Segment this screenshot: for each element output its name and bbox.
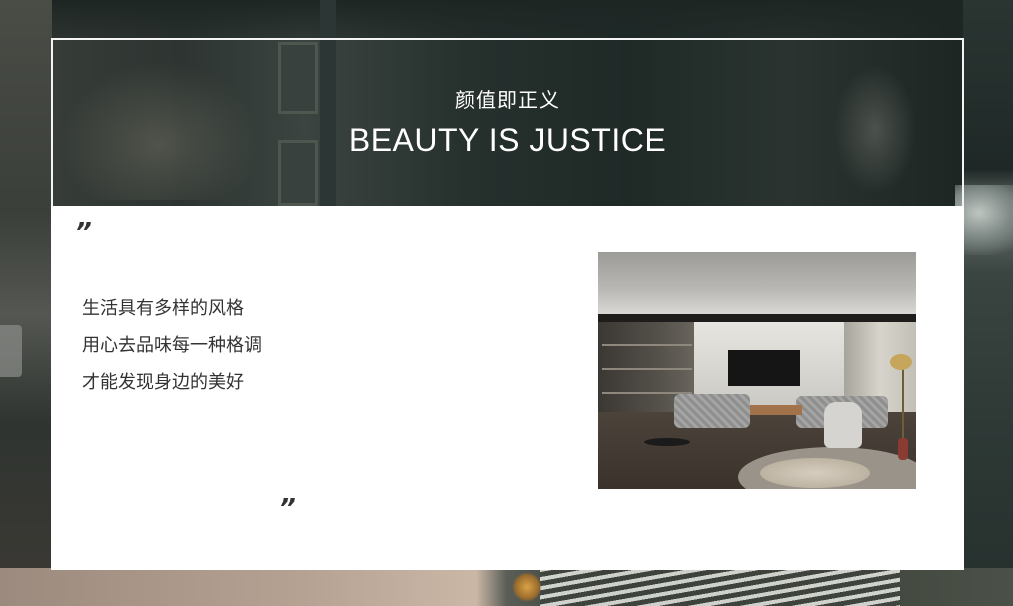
photo-lamp-head — [890, 354, 912, 370]
bg-right-edge — [963, 0, 1013, 606]
slogan-line: 才能发现身边的美好 — [82, 372, 244, 393]
bg-car-grille — [540, 568, 900, 606]
photo-ceiling-band — [598, 314, 916, 322]
photo-ceiling — [598, 252, 916, 314]
header-title: BEAUTY IS JUSTICE — [348, 122, 667, 158]
bg-shade — [0, 0, 1013, 40]
photo-armchair — [824, 402, 862, 448]
slogan-line: 生活具有多样的风格 — [82, 298, 244, 319]
bg-left-sign — [0, 325, 22, 377]
photo-round-table — [760, 458, 870, 488]
photo-vase — [898, 438, 908, 460]
interior-photo — [598, 252, 916, 489]
quote-open-icon: ” — [75, 218, 92, 248]
text-panel: ” 生活具有多样的风格 用心去品味每一种格调 才能发现身边的美好 ” — [51, 206, 964, 570]
header-subtitle: 颜值即正义 — [455, 88, 560, 112]
bg-left-edge — [0, 0, 52, 606]
photo-tv — [728, 350, 800, 386]
photo-shelf — [602, 344, 692, 346]
photo-coffee-table — [750, 405, 802, 415]
content-card: 颜值即正义 BEAUTY IS JUSTICE ” 生活具有多样的风格 用心去品… — [51, 38, 964, 570]
photo-sofa — [674, 394, 750, 428]
slogan-line: 用心去品味每一种格调 — [82, 335, 262, 356]
photo-side-table — [644, 438, 690, 446]
bg-car-light — [512, 572, 542, 602]
photo-floor-lamp — [902, 362, 904, 442]
photo-shelf — [602, 368, 692, 370]
quote-close-icon: ” — [279, 494, 296, 524]
slogan-lines: 生活具有多样的风格 用心去品味每一种格调 才能发现身边的美好 — [82, 290, 262, 401]
